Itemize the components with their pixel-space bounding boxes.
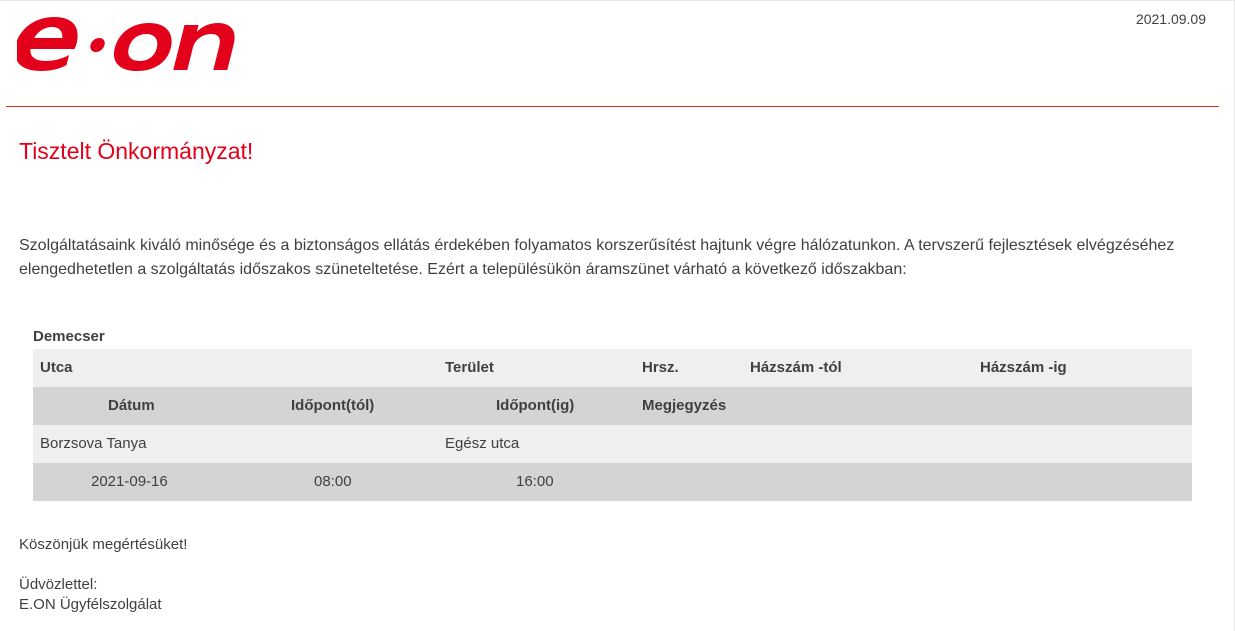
cell-time-to: 16:00 (516, 473, 554, 490)
header-time-to: Időpont(ig) (496, 397, 575, 414)
cell-area: Egész utca (445, 435, 520, 452)
street-header-row: Utca Terület Hrsz. Házszám -tól Házszám … (33, 349, 1192, 387)
header-house-from: Házszám -tól (750, 359, 842, 376)
header-house-to: Házszám -ig (980, 359, 1067, 376)
cell-street: Borzsova Tanya (40, 435, 147, 452)
street-data-row: Borzsova Tanya Egész utca (33, 425, 1192, 463)
header-note: Megjegyzés (642, 397, 727, 414)
regards-text: Üdvözlettel: (19, 576, 98, 593)
cell-time-from: 08:00 (314, 473, 352, 490)
header-divider (6, 106, 1219, 107)
header-date: Dátum (108, 397, 155, 414)
header-street: Utca (40, 359, 73, 376)
thanks-text: Köszönjük megértésüket! (19, 536, 188, 553)
time-data-row: 2021-09-16 08:00 16:00 (33, 463, 1192, 501)
greeting-heading: Tisztelt Önkormányzat! (19, 138, 254, 164)
signature-block: Üdvözlettel: E.ON Ügyfélszolgálat (19, 575, 162, 615)
cell-date: 2021-09-16 (91, 473, 168, 490)
signature-text: E.ON Ügyfélszolgálat (19, 596, 162, 613)
eon-logo (17, 17, 235, 71)
settlement-name: Demecser (33, 328, 105, 345)
header-time-from: Időpont(tól) (291, 397, 375, 414)
time-header-row: Dátum Időpont(tól) Időpont(ig) Megjegyzé… (33, 387, 1192, 425)
message-date: 2021.09.09 (1135, 11, 1206, 27)
email-page: 2021.09.09 Tisztelt Önkormányzat! Szolgá… (0, 0, 1235, 631)
header-lot: Hrsz. (642, 359, 679, 376)
intro-paragraph: Szolgáltatásaink kiváló minősége és a bi… (19, 237, 1175, 278)
header-area: Terület (445, 359, 494, 376)
outage-table: Demecser Utca Terület Hrsz. Házszám -tól… (33, 327, 1192, 501)
